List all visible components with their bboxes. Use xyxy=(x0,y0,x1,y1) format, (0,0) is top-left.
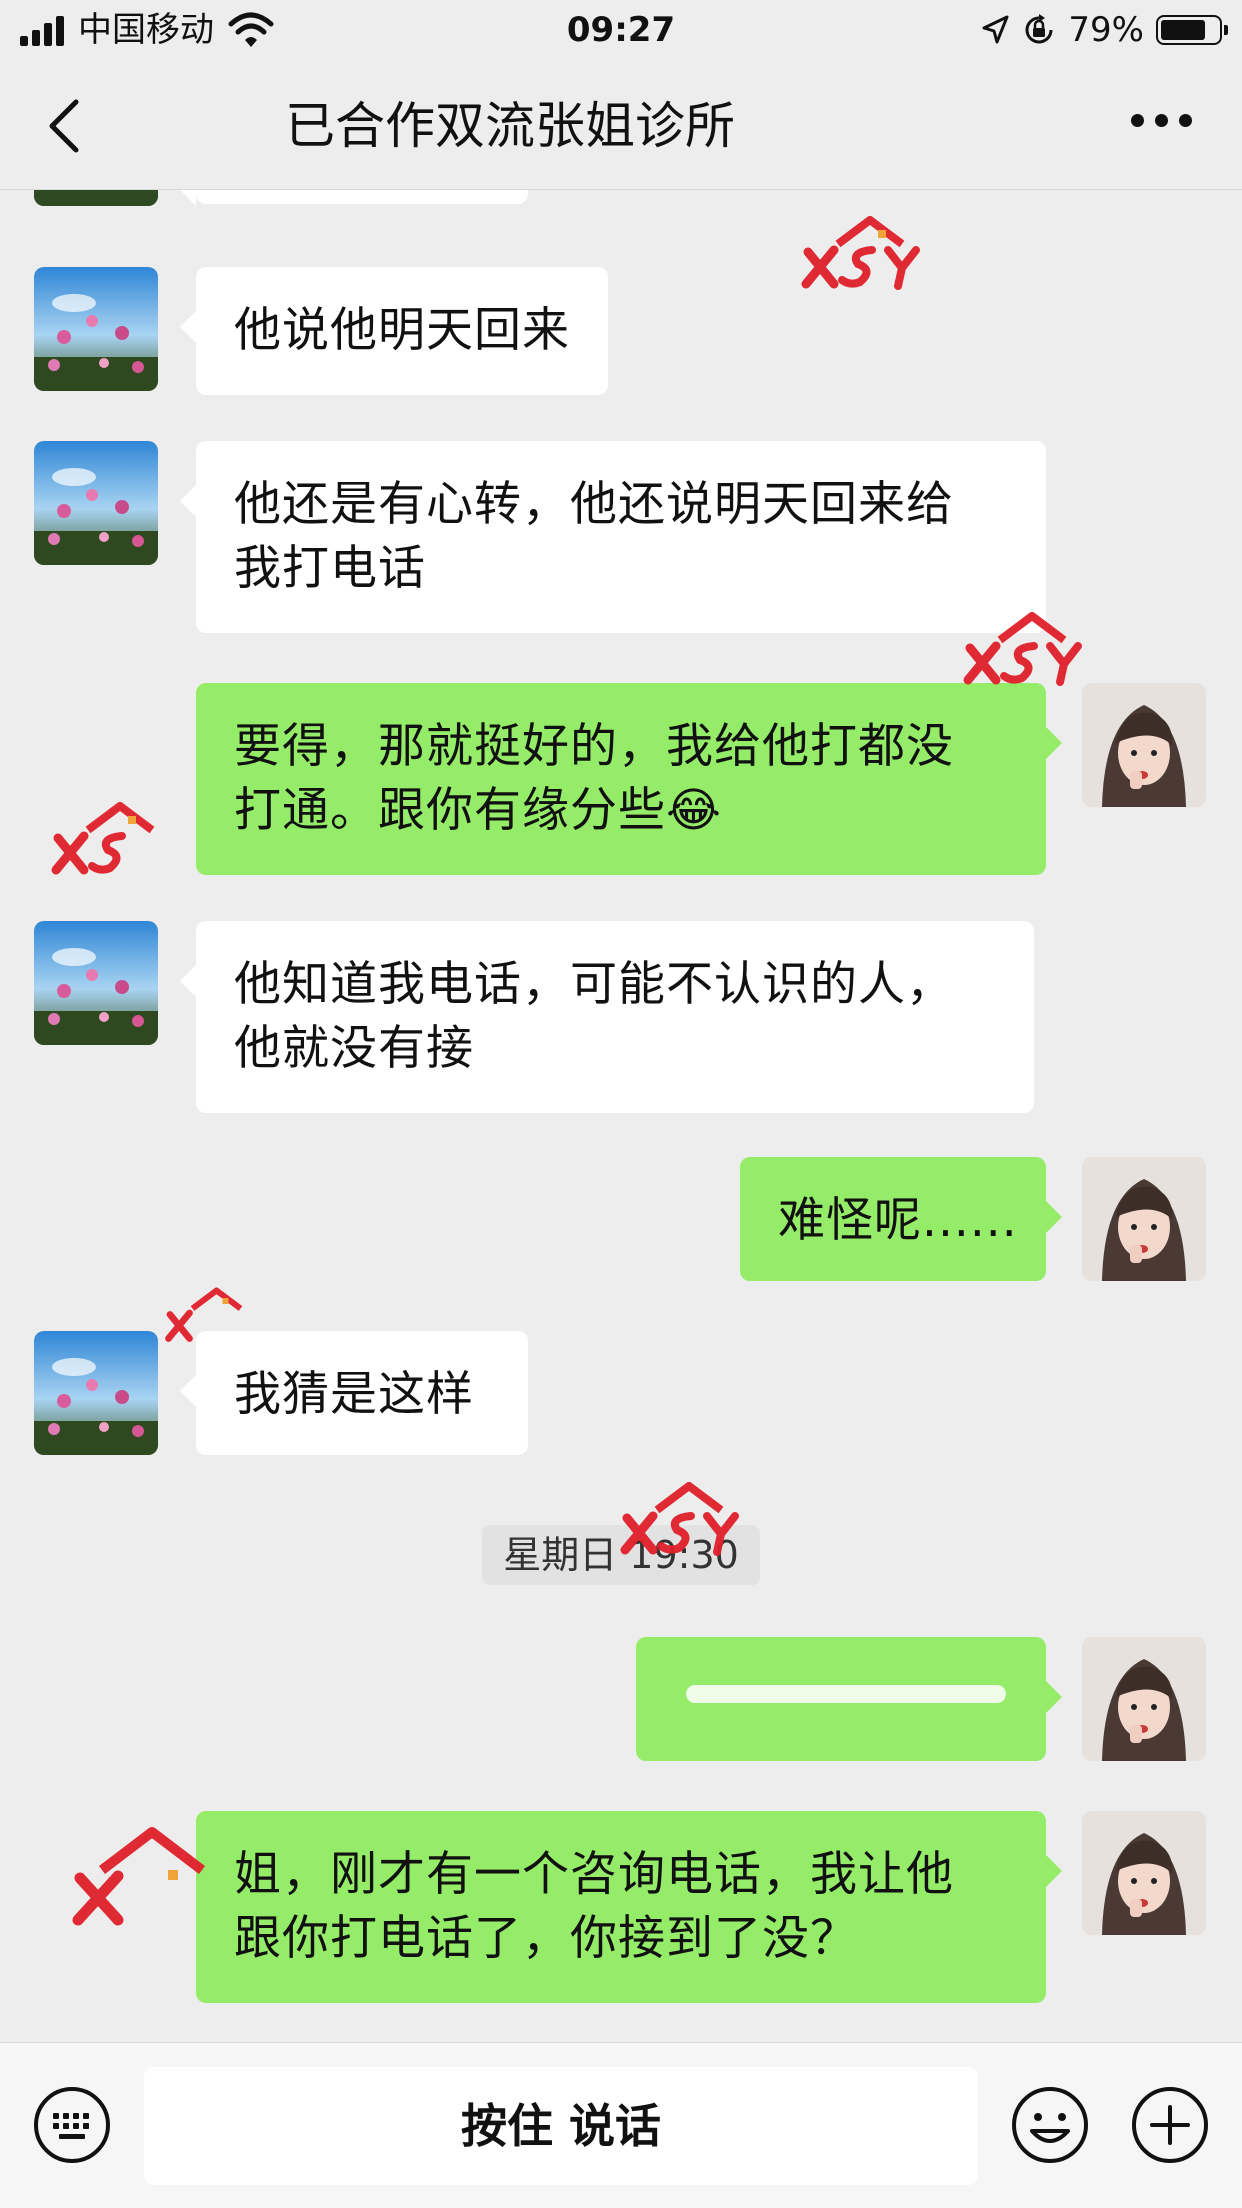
message-line: 他说他明天回来 xyxy=(234,303,570,358)
contact-avatar[interactable] xyxy=(34,921,158,1045)
user-avatar[interactable] xyxy=(1082,1637,1206,1761)
contact-avatar[interactable] xyxy=(34,267,158,391)
message-line: 跟你打电话了，你接到了没？ xyxy=(234,1911,858,1966)
user-avatar[interactable] xyxy=(1082,683,1206,807)
more-dots-icon[interactable] xyxy=(1131,114,1192,127)
message-bubble[interactable]: 他说他明天回来 xyxy=(180,267,608,395)
user-portrait-avatar-icon xyxy=(1082,683,1206,807)
flower-sky-avatar-icon xyxy=(34,1331,158,1455)
message-line: 姐，刚才有一个咨询电话，我让他 xyxy=(234,1847,954,1902)
battery-fill xyxy=(1161,20,1206,40)
watermark-logo xyxy=(72,1827,206,1926)
contact-avatar[interactable] xyxy=(34,190,158,206)
message-bubble[interactable]: 要得，那就挺好的，我给他打都没 打通。跟你有缘分些😂 xyxy=(196,683,1062,875)
message-line: 要得，那就挺好的，我给他打都没 xyxy=(234,719,954,774)
message-bubble[interactable]: 姐，刚才有一个咨询电话，我让他 跟你打电话了，你接到了没？ xyxy=(196,1811,1062,2003)
message-bubble[interactable]: 我猜是这样 xyxy=(180,1331,528,1455)
message-line: 他就没有接 xyxy=(234,1021,474,1076)
flower-sky-avatar-icon xyxy=(34,921,158,1045)
message-line: 他还是有心转，他还说明天回来给 xyxy=(234,477,954,532)
rotation-lock-icon xyxy=(1025,14,1053,44)
watermark-logo xyxy=(620,1482,739,1556)
watermark-logo xyxy=(51,802,155,875)
redaction-mark xyxy=(686,1685,1006,1703)
message-line: 我猜是这样 xyxy=(234,1367,474,1422)
keyboard-icon[interactable] xyxy=(32,2085,112,2165)
message-bubble[interactable]: 他知道我电话，可能不认识的人， 他就没有接 xyxy=(180,921,1034,1113)
chat-title: 已合作双流张姐诊所 xyxy=(285,97,735,155)
flower-sky-avatar-icon xyxy=(34,190,158,206)
watermark-logo xyxy=(801,216,920,290)
message-line: 我打电话 xyxy=(234,541,426,596)
message-line: 难怪呢...... xyxy=(778,1193,1018,1248)
watermark-logo xyxy=(165,1287,243,1342)
status-bar: 中国移动 09:27 79% xyxy=(0,0,1242,62)
battery-icon xyxy=(1156,15,1228,45)
watermark-logo xyxy=(963,612,1082,686)
message-line: 他知道我电话，可能不认识的人， xyxy=(234,957,954,1012)
flower-sky-avatar-icon xyxy=(34,441,158,565)
location-arrow-icon xyxy=(982,15,1009,44)
user-portrait-avatar-icon xyxy=(1082,1811,1206,1935)
message-bubble-partial[interactable] xyxy=(180,190,528,206)
user-portrait-avatar-icon xyxy=(1082,1157,1206,1281)
emoji-icon[interactable] xyxy=(1010,2085,1090,2165)
message-bubble[interactable]: 他还是有心转，他还说明天回来给 我打电话 xyxy=(180,441,1046,633)
chat-header: 已合作双流张姐诊所 xyxy=(0,62,1242,190)
user-avatar[interactable] xyxy=(1082,1811,1206,1935)
contact-avatar[interactable] xyxy=(34,1331,158,1455)
battery-percent: 79% xyxy=(1068,10,1144,50)
user-avatar[interactable] xyxy=(1082,1157,1206,1281)
status-right: 79% xyxy=(980,10,1228,50)
chat-message-list[interactable]: 他说他明天回来 他还是有心转，他还说明天回来给 我打电话 要得，那就挺好的，我给… xyxy=(0,190,1242,2042)
contact-avatar[interactable] xyxy=(34,441,158,565)
flower-sky-avatar-icon xyxy=(34,267,158,391)
chevron-left-icon[interactable] xyxy=(40,98,90,154)
message-bubble[interactable]: 难怪呢...... xyxy=(740,1157,1062,1281)
user-portrait-avatar-icon xyxy=(1082,1637,1206,1761)
hold-to-talk-button[interactable]: 按住 说话 xyxy=(144,2067,978,2185)
chat-input-bar: 按住 说话 xyxy=(0,2042,1242,2208)
plus-icon[interactable] xyxy=(1130,2085,1210,2165)
message-line: 打通。跟你有缘分些😂 xyxy=(234,783,722,838)
